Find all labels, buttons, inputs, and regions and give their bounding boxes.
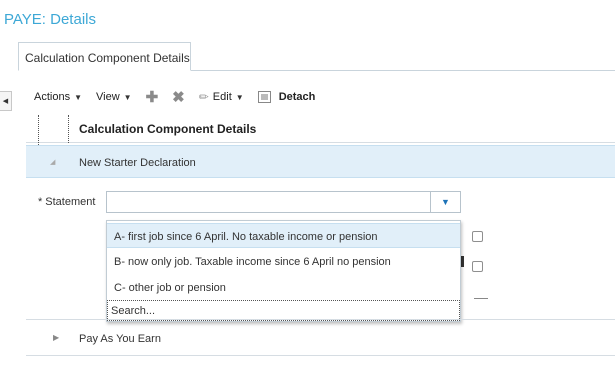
edit-menu-label: Edit [212, 91, 232, 103]
edit-menu[interactable]: ✏ Edit ▼ [199, 90, 244, 104]
plus-icon[interactable]: ✚ [146, 88, 159, 106]
collapse-panel-icon: ◀ [2, 98, 9, 105]
detach-button[interactable]: Detach [257, 91, 316, 103]
actions-menu-label: Actions [34, 91, 71, 103]
pencil-icon: ✏ [198, 90, 209, 104]
required-marker: * [38, 196, 43, 208]
caret-down-icon: ▼ [235, 92, 244, 102]
row-label: Pay As You Earn [79, 333, 161, 345]
dropdown-option[interactable]: A- first job since 6 April. No taxable i… [107, 223, 460, 248]
view-menu[interactable]: View ▼ [96, 91, 132, 103]
empty-value-dash [474, 298, 488, 299]
statement-label-text: Statement [45, 196, 96, 208]
statement-dropdown-button[interactable]: ▼ [431, 191, 461, 213]
tab-strip: Calculation Component Details [18, 42, 615, 71]
details-table: Calculation Component Details [26, 115, 615, 143]
dropdown-search-link[interactable]: Search... [107, 300, 460, 321]
caret-down-icon: ▼ [123, 92, 132, 102]
chevron-down-icon: ▼ [441, 197, 450, 207]
dropdown-option[interactable]: C- other job or pension [107, 275, 460, 300]
caret-down-icon: ▼ [74, 92, 82, 102]
page-title: PAYE: Details [4, 11, 96, 28]
table-header: Calculation Component Details [26, 115, 615, 143]
expanded-triangle-icon[interactable]: ◢ [50, 158, 55, 166]
field-edge-marker [461, 256, 464, 267]
collapsed-triangle-icon[interactable]: ▶ [53, 333, 59, 342]
tab-calculation-component-details[interactable]: Calculation Component Details [18, 42, 191, 71]
detach-icon [257, 91, 271, 103]
dropdown-option[interactable]: B- now only job. Taxable income since 6 … [107, 249, 460, 274]
table-row[interactable]: ▶ Pay As You Earn [26, 319, 615, 356]
statement-label: * Statement [38, 196, 95, 208]
checkbox[interactable] [472, 261, 483, 272]
column-header-calculation-component-details: Calculation Component Details [79, 122, 257, 136]
detach-label: Detach [278, 91, 316, 103]
view-menu-label: View [96, 91, 120, 103]
toolbar: Actions ▼ View ▼ ✚ ✖ ✏ Edit ▼ Detach [34, 88, 329, 106]
statement-select[interactable] [106, 191, 431, 213]
statement-dropdown-list: A- first job since 6 April. No taxable i… [106, 220, 461, 322]
actions-menu[interactable]: Actions ▼ [34, 91, 82, 103]
table-row[interactable]: ◢ New Starter Declaration [26, 145, 615, 178]
collapse-panel-handle[interactable]: ◀ [0, 91, 12, 111]
row-label: New Starter Declaration [79, 157, 196, 169]
x-icon[interactable]: ✖ [172, 88, 185, 106]
checkbox[interactable] [472, 231, 483, 242]
